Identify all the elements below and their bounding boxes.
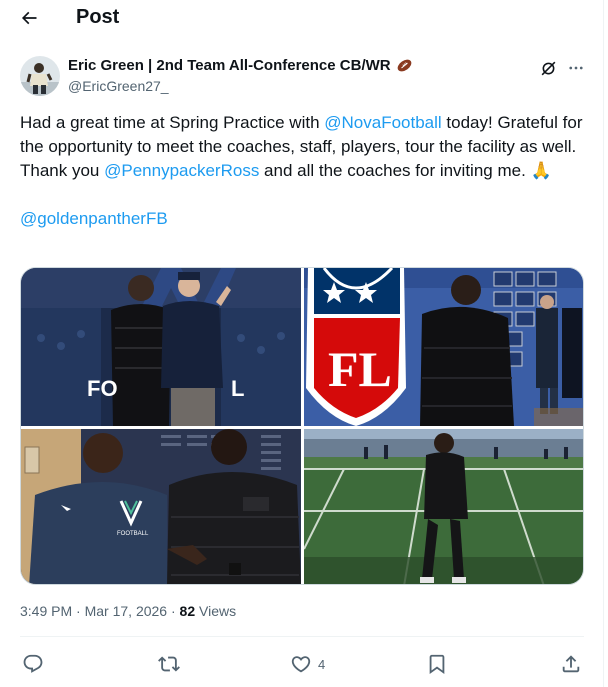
reply-icon <box>23 654 43 673</box>
photo-2[interactable]: FL <box>304 268 583 426</box>
like-button[interactable]: 4 <box>290 652 325 676</box>
tweet-text-segment: and all the coaches for inviting me. <box>259 161 531 180</box>
views-count: 82 <box>179 603 196 619</box>
arrow-left-icon <box>21 11 37 25</box>
author-name[interactable]: Eric Green | 2nd Team All-Conference CB/… <box>68 57 413 74</box>
reply-button[interactable] <box>22 652 50 676</box>
photo1-wall-text-right: L <box>231 376 244 401</box>
post-date[interactable]: Mar 17, 2026 <box>85 603 168 619</box>
bookmark-icon <box>429 654 445 675</box>
football-emoji-icon <box>397 59 411 72</box>
page-header: Post <box>0 0 604 38</box>
post-metadata: 3:49 PM · Mar 17, 2026 · 82 Views <box>20 603 236 619</box>
media-gap-horizontal <box>21 426 583 429</box>
share-button[interactable] <box>560 652 582 676</box>
photo1-wall-text-left: FO <box>87 376 118 401</box>
photo-3[interactable]: FOOTBALL <box>21 429 301 584</box>
bookmark-button[interactable] <box>426 652 454 676</box>
mention-link[interactable]: @NovaFootball <box>324 113 441 132</box>
post-time[interactable]: 3:49 PM <box>20 603 72 619</box>
more-options-button[interactable] <box>564 56 588 80</box>
more-horizontal-icon <box>569 66 583 70</box>
page-title: Post <box>76 6 120 28</box>
repost-button[interactable] <box>158 652 186 676</box>
back-button[interactable] <box>14 4 44 32</box>
tweet-body: Had a great time at Spring Practice with… <box>20 111 588 183</box>
photo-1[interactable]: FO L <box>21 268 301 426</box>
share-icon <box>562 655 580 673</box>
tweet-text-segment: Had a great time at Spring Practice with <box>20 113 325 132</box>
svg-text:FOOTBALL: FOOTBALL <box>117 531 149 537</box>
folded-hands-emoji: 🙏 <box>530 161 552 180</box>
tweet-text: Had a great time at Spring Practice with… <box>20 111 588 231</box>
heart-icon <box>291 656 311 673</box>
mention-link[interactable]: @PennypackerRoss <box>104 161 259 180</box>
avatar[interactable] <box>20 56 60 96</box>
like-count: 4 <box>318 656 326 672</box>
tweet-mention-line: @goldenpantherFB <box>20 207 588 231</box>
author-display-name: Eric Green | 2nd Team All-Conference CB/… <box>68 57 391 74</box>
grok-icon <box>541 61 555 75</box>
media-grid: FO L FL FOOTBALL <box>20 267 584 585</box>
repost-icon <box>158 656 180 672</box>
divider <box>20 636 584 637</box>
views-label: Views <box>195 603 237 619</box>
meta-separator: · <box>167 603 180 619</box>
meta-separator: · <box>72 603 85 619</box>
grok-button[interactable] <box>536 56 560 80</box>
photo2-logo-text: FL <box>328 341 392 397</box>
photo-4[interactable] <box>304 429 583 584</box>
mention-link[interactable]: @goldenpantherFB <box>20 209 168 228</box>
author-handle[interactable]: @EricGreen27_ <box>68 78 169 94</box>
post-page: Post Eric Green | 2nd Team All-Conferenc… <box>0 0 604 687</box>
